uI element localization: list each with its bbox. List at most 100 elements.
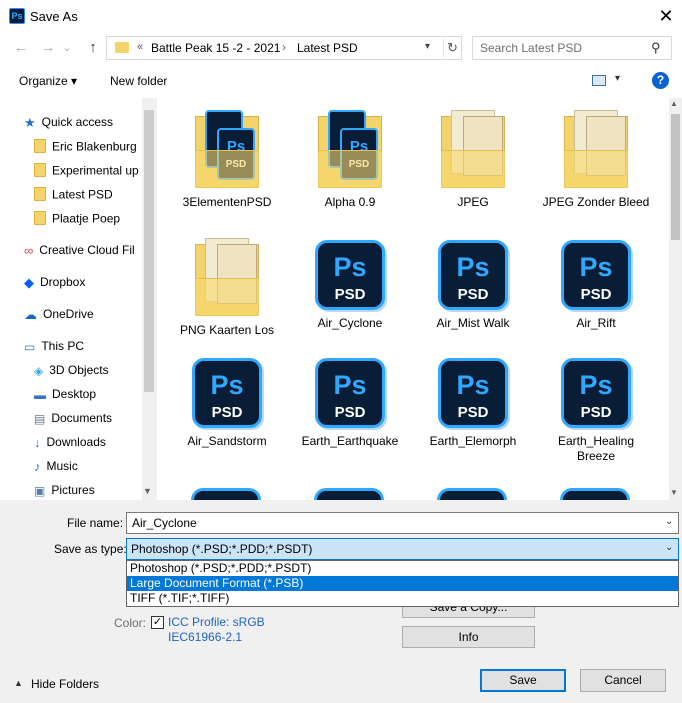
sidebar-item-latest-psd[interactable]: Latest PSD: [34, 187, 142, 209]
save-as-type-dropdown-list: Photoshop (*.PSD;*.PDD;*.PSDT) Large Doc…: [126, 560, 679, 607]
close-icon[interactable]: ✕: [652, 2, 680, 30]
file-list: PsPSD3ElementenPSDPsPSDAlpha 0.9JPEGJPEG…: [157, 98, 669, 500]
file-name-dropdown-icon[interactable]: ⌄: [665, 516, 673, 527]
scroll-down-icon[interactable]: ▼: [670, 488, 678, 497]
file-tile[interactable]: Ps PSD Air_Sandstorm: [169, 356, 285, 449]
creative-cloud-icon: ∞: [24, 243, 34, 259]
sidebar-item-3d-objects[interactable]: ◈ 3D Objects: [34, 363, 142, 385]
view-options-dropdown-icon[interactable]: ▾: [615, 73, 620, 84]
refresh-icon[interactable]: ↻: [443, 39, 461, 57]
breadcrumb-separator-icon[interactable]: ›: [282, 40, 286, 54]
chevron-up-icon[interactable]: ▲: [14, 678, 23, 688]
file-name-field[interactable]: Air_Cyclone ⌄: [126, 512, 679, 534]
file-list-scroll-thumb[interactable]: [671, 114, 680, 240]
sidebar-item-label: Plaatje Poep: [52, 211, 121, 226]
sidebar-item-downloads[interactable]: ↓ Downloads: [34, 435, 142, 457]
file-tile[interactable]: Ps PSD Air_Rift: [538, 238, 654, 331]
file-tile[interactable]: PsPSD 3ElementenPSD: [169, 110, 285, 210]
icc-profile-checkbox[interactable]: ✓: [151, 616, 164, 629]
psd-file-icon: Ps PSD: [438, 240, 508, 310]
folder-icon: [191, 238, 263, 318]
save-button[interactable]: Save: [480, 669, 566, 692]
cancel-button[interactable]: Cancel: [580, 669, 666, 692]
dropbox-icon: ◆: [24, 275, 34, 290]
file-tile[interactable]: Ps PSD Earth_Earthquake: [292, 356, 408, 449]
psd-icon-label: PSD: [580, 286, 612, 303]
sidebar-item-creative-cloud-fil[interactable]: ∞ Creative Cloud Fil: [24, 243, 142, 265]
search-input[interactable]: Search Latest PSD: [480, 41, 582, 55]
file-tile[interactable]: Ps PSD Earth_Healing Breeze: [538, 356, 654, 464]
sidebar-scroll-down-icon[interactable]: ▼: [143, 486, 152, 496]
icc-profile-label[interactable]: ICC Profile: sRGB: [168, 615, 265, 629]
file-name-label: Air_Sandstorm: [187, 434, 267, 448]
sidebar-item-label: Documents: [51, 411, 113, 425]
type-option-large-document[interactable]: Large Document Format (*.PSB): [127, 576, 678, 591]
file-tile[interactable]: Ps PSD Air_Mist Walk: [415, 238, 531, 331]
file-tile[interactable]: JPEG Zonder Bleed: [538, 110, 654, 210]
sidebar-item-onedrive[interactable]: ☁ OneDrive: [24, 307, 142, 329]
type-option-photoshop[interactable]: Photoshop (*.PSD;*.PDD;*.PSDT): [127, 561, 678, 576]
breadcrumb-battle-peak[interactable]: Battle Peak 15 -2 - 2021: [151, 41, 280, 55]
psd-icon-ps-text: Ps: [579, 370, 613, 400]
scroll-up-icon[interactable]: ▲: [670, 99, 678, 108]
back-arrow-icon[interactable]: ←: [10, 38, 32, 58]
search-icon: ⚲: [651, 40, 661, 55]
psd-icon-label: PSD: [334, 286, 366, 303]
sidebar-item-eric-blakenburg[interactable]: Eric Blakenburg: [34, 139, 142, 161]
save-as-type-value[interactable]: Photoshop (*.PSD;*.PDD;*.PSDT): [131, 542, 312, 556]
sidebar-item-this-pc[interactable]: ▭ This PC: [24, 339, 142, 361]
folder-icon: [115, 42, 129, 53]
sidebar-item-music[interactable]: ♪ Music: [34, 459, 142, 481]
psd-icon-ps-text: Ps: [579, 252, 613, 282]
file-tile[interactable]: PNG Kaarten Los: [169, 238, 285, 338]
type-option-tiff[interactable]: TIFF (*.TIF;*.TIFF): [127, 591, 678, 606]
sidebar-item-label: Eric Blakenburg: [52, 139, 137, 154]
sidebar-item-quick-access[interactable]: ★ Quick access: [24, 115, 142, 137]
address-dropdown-icon[interactable]: ▾: [425, 41, 430, 52]
up-arrow-icon[interactable]: ↑: [82, 38, 104, 58]
sidebar-scroll-thumb[interactable]: [144, 110, 154, 392]
psd-icon-label: PSD: [211, 404, 243, 421]
folder-icon: [560, 110, 632, 190]
file-name-value[interactable]: Air_Cyclone: [132, 516, 197, 530]
icc-profile-label-line2[interactable]: IEC61966-2.1: [168, 630, 242, 644]
file-tile[interactable]: JPEG: [415, 110, 531, 210]
file-tile[interactable]: Ps PSD Air_Cyclone: [292, 238, 408, 331]
file-tile[interactable]: PsPSD Alpha 0.9: [292, 110, 408, 210]
psd-file-icon[interactable]: [191, 488, 261, 500]
sidebar-item-label: Latest PSD: [52, 187, 113, 202]
sidebar-item-label: Music: [46, 459, 78, 473]
psd-file-icon[interactable]: [560, 488, 630, 500]
folder-icon: [34, 187, 46, 204]
sidebar-item-experimental-up[interactable]: Experimental up: [34, 163, 142, 185]
save-as-type-dropdown-icon[interactable]: ⌄: [665, 542, 673, 553]
psd-file-icon[interactable]: [314, 488, 384, 500]
info-button[interactable]: Info: [402, 626, 535, 648]
folder-icon: [437, 110, 509, 190]
sidebar-item-label: OneDrive: [43, 307, 94, 322]
hide-folders-button[interactable]: Hide Folders: [31, 677, 99, 691]
file-name-label: Air_Mist Walk: [436, 316, 510, 330]
sidebar-item-documents[interactable]: ▤ Documents: [34, 411, 142, 433]
psd-file-icon: Ps PSD: [561, 240, 631, 310]
sidebar-item-desktop[interactable]: ▬ Desktop: [34, 387, 142, 409]
file-tile[interactable]: Ps PSD Earth_Elemorph: [415, 356, 531, 449]
sidebar-item-plaatje-poep[interactable]: Plaatje Poep: [34, 211, 142, 233]
sidebar-item-dropbox[interactable]: ◆ Dropbox: [24, 275, 142, 297]
sidebar-item-label: Pictures: [51, 483, 95, 497]
psd-file-icon: Ps PSD: [315, 358, 385, 428]
search-box[interactable]: Search Latest PSD ⚲: [472, 36, 672, 60]
help-icon[interactable]: ?: [652, 72, 669, 89]
sidebar-item-label: This PC: [41, 339, 85, 353]
breadcrumb-latest-psd[interactable]: Latest PSD: [297, 41, 358, 55]
forward-arrow-icon[interactable]: →: [37, 38, 59, 58]
save-as-type-select[interactable]: Photoshop (*.PSD;*.PDD;*.PSDT) ⌄: [126, 538, 679, 560]
address-bar[interactable]: « Battle Peak 15 -2 - 2021 › Latest PSD …: [106, 36, 462, 60]
view-options-icon[interactable]: [592, 75, 606, 86]
psd-file-icon[interactable]: [437, 488, 507, 500]
organize-button[interactable]: Organize ▾: [19, 74, 77, 88]
recent-locations-chevron-icon[interactable]: ⌄: [60, 38, 74, 58]
new-folder-button[interactable]: New folder: [110, 74, 167, 88]
address-overflow-icon[interactable]: «: [137, 41, 143, 53]
folder-icon: [34, 163, 46, 180]
